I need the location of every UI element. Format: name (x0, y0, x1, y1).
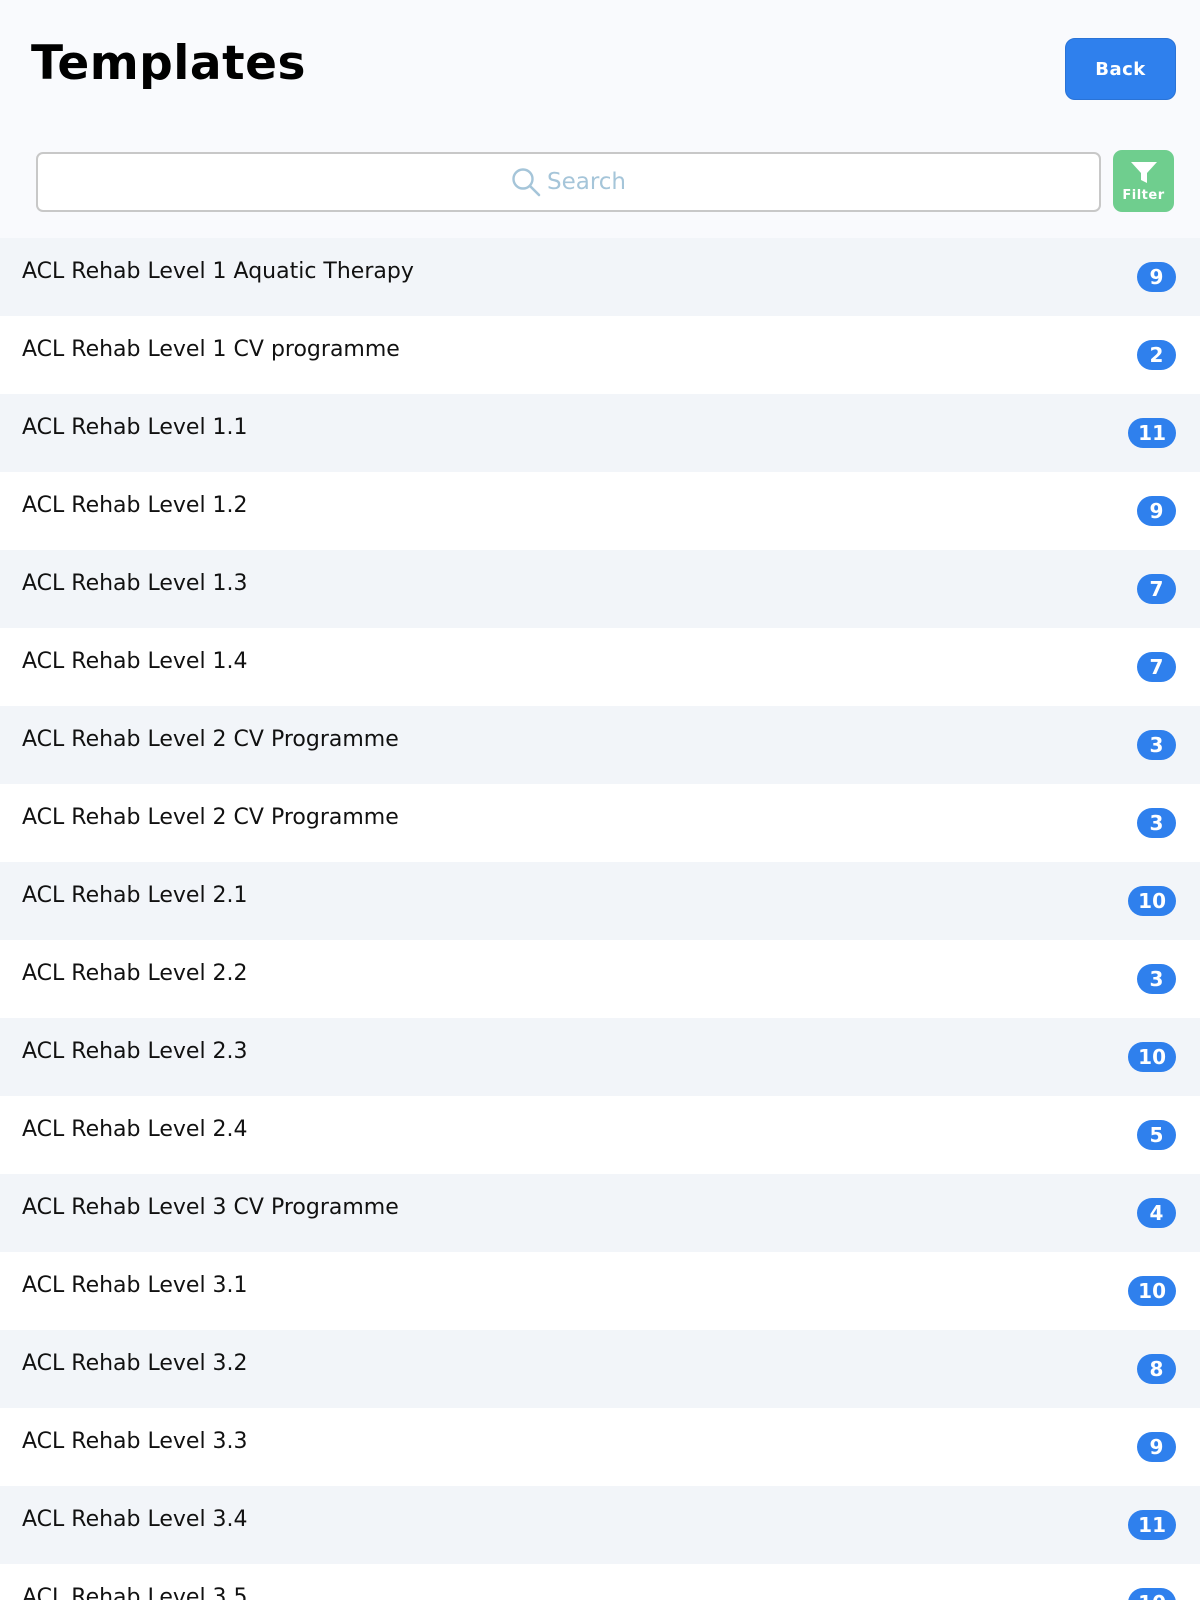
template-name: ACL Rehab Level 2.3 (22, 1038, 248, 1064)
template-name: ACL Rehab Level 3.4 (22, 1506, 248, 1532)
template-name: ACL Rehab Level 3.3 (22, 1428, 248, 1454)
template-name: ACL Rehab Level 1.2 (22, 492, 248, 518)
list-item[interactable]: ACL Rehab Level 1 CV programme 2 (0, 316, 1200, 394)
count-badge: 7 (1137, 574, 1176, 604)
template-name: ACL Rehab Level 2.1 (22, 882, 248, 908)
list-item[interactable]: ACL Rehab Level 3.5 10 (0, 1564, 1200, 1600)
count-badge: 11 (1128, 418, 1176, 448)
template-name: ACL Rehab Level 2 CV Programme (22, 726, 399, 752)
template-name: ACL Rehab Level 3.1 (22, 1272, 248, 1298)
page-title: Templates (31, 36, 306, 91)
list-item[interactable]: ACL Rehab Level 1 Aquatic Therapy 9 (0, 238, 1200, 316)
list-item[interactable]: ACL Rehab Level 2.4 5 (0, 1096, 1200, 1174)
template-name: ACL Rehab Level 1.3 (22, 570, 248, 596)
count-badge: 10 (1128, 1588, 1176, 1600)
back-button[interactable]: Back (1065, 38, 1176, 100)
template-name: ACL Rehab Level 2.4 (22, 1116, 248, 1142)
count-badge: 11 (1128, 1510, 1176, 1540)
list-item[interactable]: ACL Rehab Level 2.2 3 (0, 940, 1200, 1018)
count-badge: 7 (1137, 652, 1176, 682)
count-badge: 2 (1137, 340, 1176, 370)
count-badge: 9 (1137, 1432, 1176, 1462)
count-badge: 3 (1137, 964, 1176, 994)
count-badge: 10 (1128, 886, 1176, 916)
template-name: ACL Rehab Level 1 CV programme (22, 336, 400, 362)
template-name: ACL Rehab Level 3.5 (22, 1584, 248, 1600)
count-badge: 3 (1137, 808, 1176, 838)
count-badge: 8 (1137, 1354, 1176, 1384)
header: Templates Back Search Filter (0, 0, 1200, 238)
list-item[interactable]: ACL Rehab Level 3.1 10 (0, 1252, 1200, 1330)
filter-button[interactable]: Filter (1113, 150, 1174, 212)
count-badge: 3 (1137, 730, 1176, 760)
list-item[interactable]: ACL Rehab Level 3.4 11 (0, 1486, 1200, 1564)
templates-screen: Templates Back Search Filter ACL Rehab L… (0, 0, 1200, 1600)
list-item[interactable]: ACL Rehab Level 2 CV Programme 3 (0, 706, 1200, 784)
template-name: ACL Rehab Level 3 CV Programme (22, 1194, 399, 1220)
search-input[interactable]: Search (36, 152, 1101, 212)
list-item[interactable]: ACL Rehab Level 1.1 11 (0, 394, 1200, 472)
search-icon (512, 168, 541, 197)
count-badge: 9 (1137, 496, 1176, 526)
list-item[interactable]: ACL Rehab Level 1.4 7 (0, 628, 1200, 706)
list-item[interactable]: ACL Rehab Level 2.1 10 (0, 862, 1200, 940)
list-item[interactable]: ACL Rehab Level 2.3 10 (0, 1018, 1200, 1096)
count-badge: 4 (1137, 1198, 1176, 1228)
template-list: ACL Rehab Level 1 Aquatic Therapy 9 ACL Re… (0, 238, 1200, 1600)
list-item[interactable]: ACL Rehab Level 3.3 9 (0, 1408, 1200, 1486)
filter-label: Filter (1122, 188, 1165, 203)
count-badge: 10 (1128, 1276, 1176, 1306)
list-item[interactable]: ACL Rehab Level 3.2 8 (0, 1330, 1200, 1408)
count-badge: 10 (1128, 1042, 1176, 1072)
filter-icon (1130, 162, 1157, 183)
template-name: ACL Rehab Level 2 CV Programme (22, 804, 399, 830)
template-name: ACL Rehab Level 1.4 (22, 648, 248, 674)
list-item[interactable]: ACL Rehab Level 2 CV Programme 3 (0, 784, 1200, 862)
list-item[interactable]: ACL Rehab Level 3 CV Programme 4 (0, 1174, 1200, 1252)
template-name: ACL Rehab Level 1.1 (22, 414, 248, 440)
count-badge: 5 (1137, 1120, 1176, 1150)
template-name: ACL Rehab Level 3.2 (22, 1350, 248, 1376)
count-badge: 9 (1137, 262, 1176, 292)
template-name: ACL Rehab Level 2.2 (22, 960, 248, 986)
template-name: ACL Rehab Level 1 Aquatic Therapy (22, 258, 414, 284)
list-item[interactable]: ACL Rehab Level 1.3 7 (0, 550, 1200, 628)
search-placeholder: Search (546, 169, 627, 195)
list-item[interactable]: ACL Rehab Level 1.2 9 (0, 472, 1200, 550)
